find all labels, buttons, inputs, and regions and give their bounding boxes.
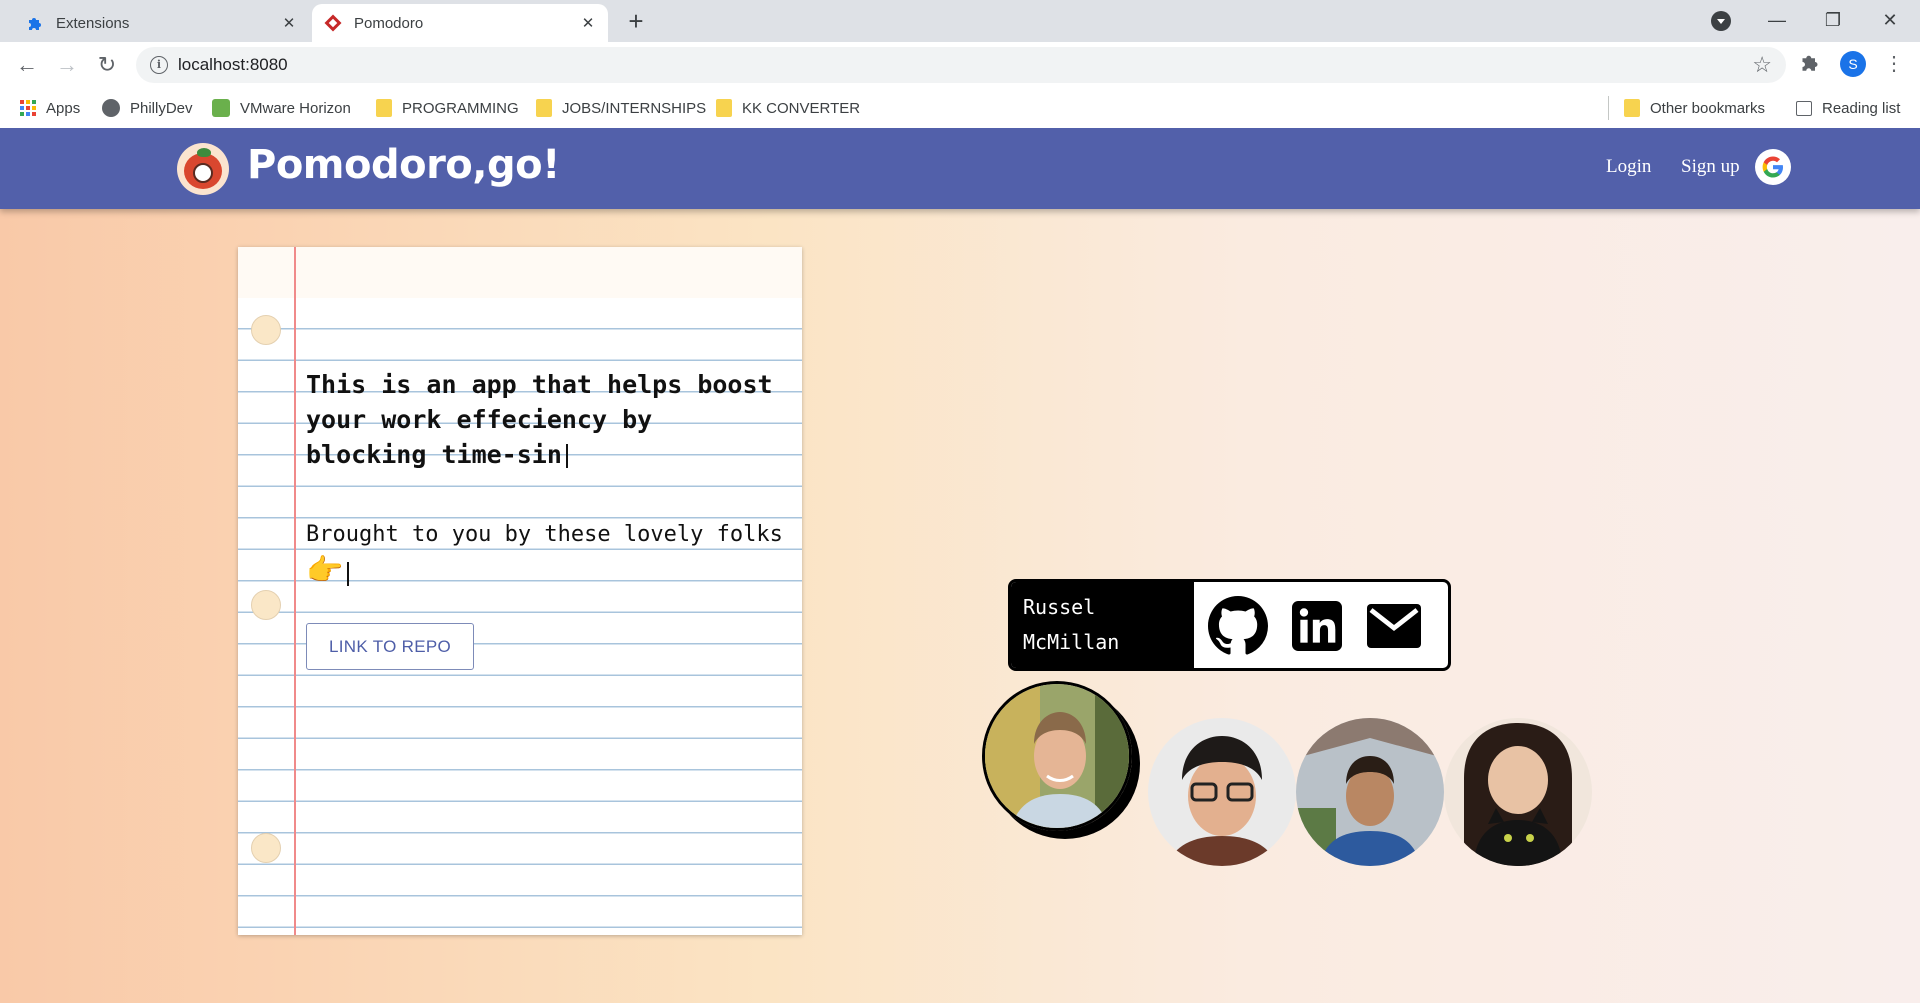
url-text: localhost:8080 <box>178 55 288 74</box>
email-icon[interactable] <box>1364 596 1424 656</box>
bookmark-kk-converter[interactable]: KK CONVERTER <box>716 96 860 120</box>
browser-toolbar: ← → ↻ i localhost:8080 ☆ <box>0 42 1920 88</box>
google-icon[interactable] <box>1755 149 1791 185</box>
bookmark-jobs[interactable]: JOBS/INTERNSHIPS <box>536 96 706 120</box>
page-body: Pomodoro,go! Login Sign up This is an ap… <box>0 128 1920 1003</box>
typing-cursor <box>565 444 568 468</box>
clock-face <box>193 163 213 183</box>
app-header: Pomodoro,go! Login Sign up <box>0 128 1920 209</box>
back-icon[interactable]: ← <box>12 50 42 80</box>
credits-text: Brought to you by these lovely folks 👉 <box>306 517 786 592</box>
bookmark-label: Reading list <box>1822 99 1901 117</box>
description-text: This is an app that helps boost your wor… <box>306 370 773 469</box>
app-description: This is an app that helps boost your wor… <box>306 367 786 472</box>
restore-icon[interactable]: ❐ <box>1813 6 1853 34</box>
linkedin-icon[interactable] <box>1287 596 1347 656</box>
pointing-hand-icon: 👉 <box>306 553 344 588</box>
avatar-member-2[interactable] <box>1148 718 1296 866</box>
bookmarks-divider <box>1608 96 1609 120</box>
tab-search-icon[interactable] <box>1711 11 1731 31</box>
notebook-card: This is an app that helps boost your wor… <box>238 247 802 935</box>
reload-icon[interactable]: ↻ <box>92 50 122 80</box>
credits-line: Brought to you by these lovely folks <box>306 522 783 547</box>
extensions-icon[interactable] <box>1800 52 1824 76</box>
tab-title: Extensions <box>56 14 130 32</box>
github-icon[interactable] <box>1208 596 1268 656</box>
punch-hole <box>251 315 281 345</box>
bookmark-vmware[interactable]: VMware Horizon <box>212 96 351 120</box>
notebook-margin-line <box>294 247 296 935</box>
folder-icon <box>536 99 552 117</box>
bookmark-label: Apps <box>46 99 81 117</box>
bookmark-apps[interactable]: Apps <box>20 96 80 120</box>
reading-list[interactable]: Reading list <box>1796 96 1900 120</box>
avatar-member-3[interactable] <box>1296 718 1444 866</box>
menu-icon[interactable]: ⋮ <box>1884 50 1904 78</box>
punch-hole <box>251 590 281 620</box>
team-avatars <box>982 681 1592 866</box>
tab-pomodoro[interactable]: Pomodoro ✕ <box>312 4 608 42</box>
tab-extensions[interactable]: Extensions ✕ <box>14 4 309 42</box>
bookmark-label: KK CONVERTER <box>742 99 861 117</box>
tomato-logo-icon[interactable] <box>177 143 229 195</box>
bookmark-phillydev[interactable]: PhillyDev <box>102 96 193 120</box>
apps-grid-icon <box>20 100 36 116</box>
bookmarks-bar: Apps PhillyDev VMware Horizon PROGRAMMIN… <box>0 88 1920 128</box>
avatar-member-1[interactable] <box>982 681 1132 831</box>
puzzle-icon <box>26 14 44 32</box>
bookmark-other[interactable]: Other bookmarks <box>1624 96 1765 120</box>
bookmark-label: PROGRAMMING <box>402 99 519 117</box>
typing-cursor <box>347 562 350 586</box>
brand-title[interactable]: Pomodoro,go! <box>247 142 560 188</box>
link-to-repo-button[interactable]: LINK TO REPO <box>306 623 474 670</box>
new-tab-button[interactable]: + <box>622 8 650 36</box>
bookmark-label: Other bookmarks <box>1650 99 1766 117</box>
address-bar[interactable]: i localhost:8080 ☆ <box>136 47 1786 83</box>
pomodoro-favicon-icon <box>324 14 342 32</box>
bookmark-programming[interactable]: PROGRAMMING <box>376 96 519 120</box>
login-link[interactable]: Login <box>1606 156 1651 178</box>
bookmark-label: VMware Horizon <box>240 99 351 117</box>
folder-icon <box>1624 99 1640 117</box>
close-icon[interactable]: ✕ <box>279 13 299 33</box>
bookmark-star-icon[interactable]: ☆ <box>1752 52 1772 78</box>
close-window-icon[interactable]: ✕ <box>1870 6 1910 34</box>
tab-title: Pomodoro <box>354 14 424 32</box>
punch-hole <box>251 833 281 863</box>
bookmark-label: JOBS/INTERNSHIPS <box>562 99 707 117</box>
site-info-icon[interactable]: i <box>150 56 168 74</box>
globe-icon <box>102 99 120 117</box>
signup-link[interactable]: Sign up <box>1681 156 1740 178</box>
forward-icon[interactable]: → <box>52 50 82 80</box>
reading-list-icon <box>1796 100 1812 116</box>
close-icon[interactable]: ✕ <box>578 13 598 33</box>
profile-avatar[interactable]: S <box>1840 51 1866 77</box>
bookmark-label: PhillyDev <box>130 99 193 117</box>
tomato-leaf <box>197 148 211 157</box>
avatar-member-4[interactable] <box>1444 718 1592 866</box>
browser-tab-bar: Extensions ✕ Pomodoro ✕ + — ❐ ✕ <box>0 0 1920 42</box>
member-name: Russel McMillan <box>1011 582 1194 668</box>
folder-icon <box>376 99 392 117</box>
folder-icon <box>716 99 732 117</box>
team-member-card: Russel McMillan <box>1008 579 1451 671</box>
minimize-icon[interactable]: — <box>1757 6 1797 34</box>
vmware-icon <box>212 99 230 117</box>
notebook-header <box>238 247 802 298</box>
